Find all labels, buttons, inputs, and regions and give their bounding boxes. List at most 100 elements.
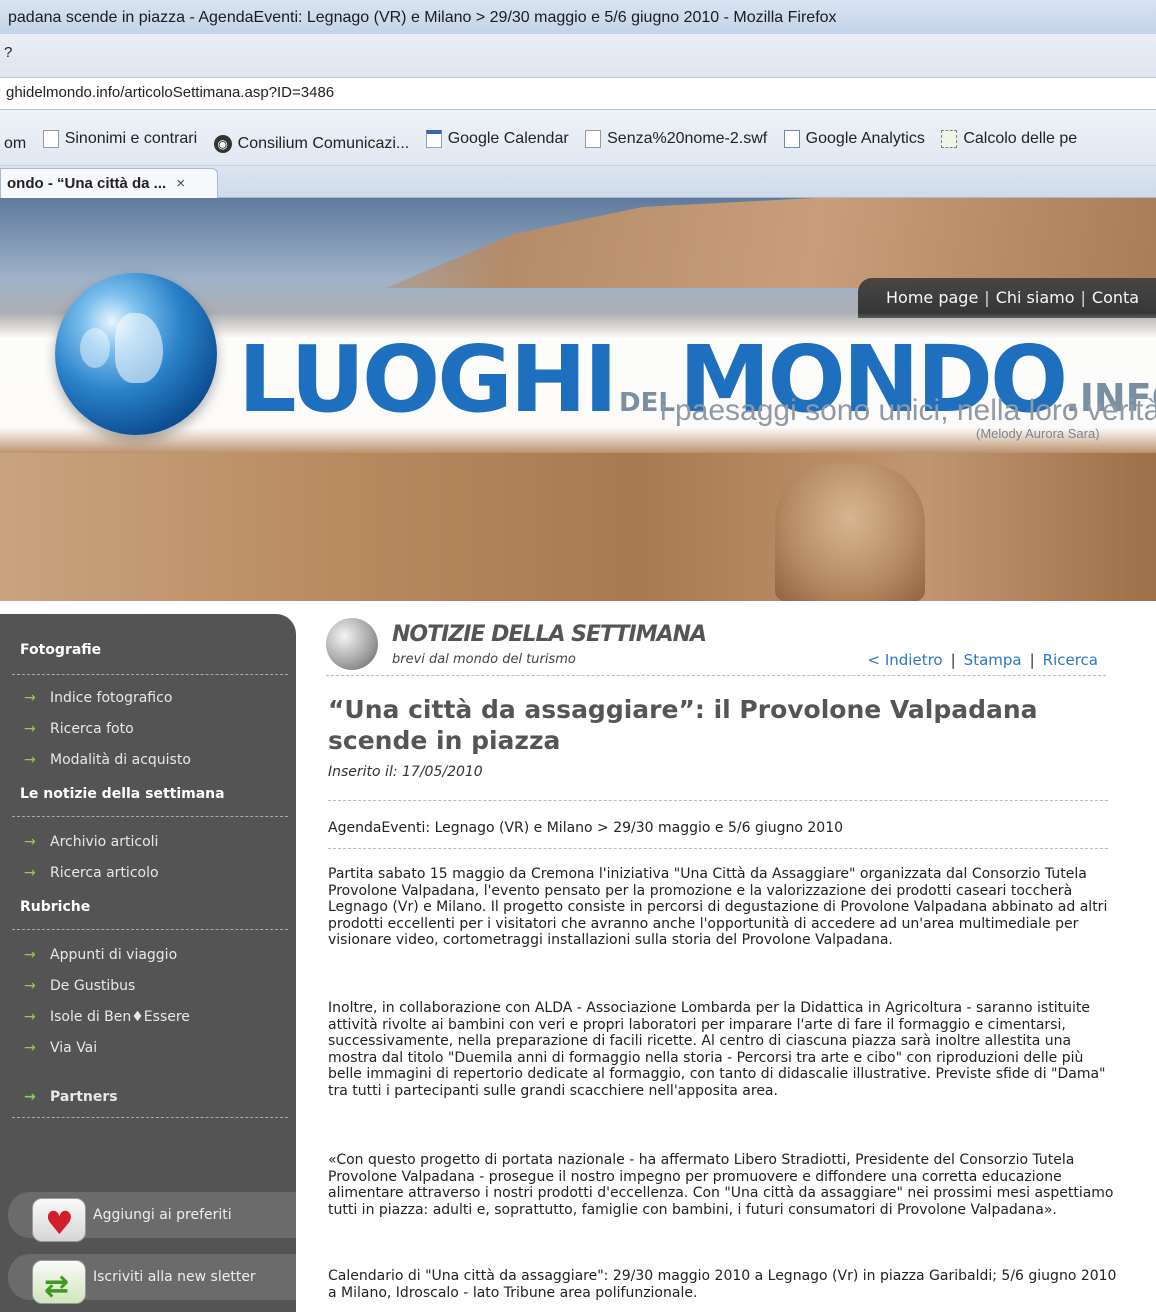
site-tagline: i paesaggi sono unici, nella loro verità <box>660 394 1156 427</box>
temple-facade-image <box>0 453 1156 601</box>
sidebar-item-label: Partners <box>50 1089 118 1105</box>
url-text[interactable]: ghidelmondo.info/articoloSettimana.asp?I… <box>6 84 334 101</box>
bookmark-label: Consilium Comunicazi... <box>237 135 410 152</box>
divider <box>328 800 1108 801</box>
sidebar-item-label: Ricerca foto <box>50 721 134 737</box>
arrow-icon: → <box>24 1040 36 1056</box>
arrow-icon: → <box>24 1089 36 1105</box>
tab-label: ondo - “Una città da ... <box>7 175 167 192</box>
back-link[interactable]: < Indietro <box>868 651 943 669</box>
article-date: Inserito il: 17/05/2010 <box>328 764 483 780</box>
sidebar-item-purchase[interactable]: → Modalità di acquisto <box>0 745 296 776</box>
bookmark-label: Senza%20nome-2.swf <box>607 130 768 147</box>
nav-separator: | <box>1080 288 1086 307</box>
window-title-bar: padana scende in piazza - AgendaEventi: … <box>0 0 1156 34</box>
arrow-icon: → <box>24 947 36 963</box>
search-link[interactable]: Ricerca <box>1043 651 1098 669</box>
article-title: “Una città da assaggiare”: il Provolone … <box>328 695 1038 755</box>
header-banner: Home page | Chi siamo | Conta LUOGHI DELMONDO… <box>0 198 1156 601</box>
bookmark-item[interactable]: om <box>4 135 26 153</box>
statue-image <box>775 463 925 601</box>
globe-icon <box>326 618 378 670</box>
calendar-icon <box>425 130 442 148</box>
sidebar-item-archive[interactable]: → Archivio articoli <box>0 827 296 858</box>
sidebar-section-title: Le notizie della settimana <box>20 786 225 802</box>
newsletter-button[interactable]: Iscriviti alla new sletter <box>8 1254 296 1310</box>
arrow-icon: → <box>24 721 36 737</box>
divider <box>328 848 1108 849</box>
menu-bar: ? <box>0 34 1156 78</box>
bookmark-label: Sinonimi e contrari <box>64 130 198 147</box>
sidebar-item-label: Ricerca articolo <box>50 865 159 881</box>
sidebar-item-article-search[interactable]: → Ricerca articolo <box>0 858 296 889</box>
button-label: Iscriviti alla new sletter <box>93 1269 256 1285</box>
bookmark-label: Google Calendar <box>447 130 569 147</box>
nav-home-link[interactable]: Home page <box>886 288 978 307</box>
sidebar-item-travel-notes[interactable]: → Appunti di viaggio <box>0 940 296 971</box>
sidebar-item-label: Isole di Ben♦Essere <box>50 1009 190 1025</box>
address-bar[interactable]: ghidelmondo.info/articoloSettimana.asp?I… <box>0 78 1156 110</box>
page-icon <box>42 130 59 148</box>
sidebar: Fotografie → Indice fotografico → Ricerca … <box>0 614 296 1312</box>
page-icon <box>585 130 602 148</box>
sidebar-section-title: Rubriche <box>20 899 91 915</box>
divider <box>12 1117 288 1118</box>
sidebar-item-partners[interactable]: → Partners <box>0 1082 296 1113</box>
nav-about-link[interactable]: Chi siamo <box>996 288 1075 307</box>
bookmark-item[interactable]: Senza%20nome-2.swf <box>585 130 767 148</box>
sidebar-item-photo-index[interactable]: → Indice fotografico <box>0 683 296 714</box>
sidebar-item-wellness[interactable]: → Isole di Ben♦Essere <box>0 1002 296 1033</box>
bookmark-item[interactable]: Google Analytics <box>783 130 925 148</box>
bookmark-item[interactable]: Google Calendar <box>425 130 569 148</box>
exchange-arrows-icon <box>32 1260 86 1310</box>
button-label: Aggiungi ai preferiti <box>93 1207 232 1223</box>
sidebar-item-label: Appunti di viaggio <box>50 947 178 963</box>
link-separator: | <box>1029 651 1035 669</box>
link-separator: | <box>950 651 956 669</box>
article-paragraph: Calendario di "Una città da assaggiare":… <box>328 1268 1117 1301</box>
arrow-icon: → <box>24 865 36 881</box>
article-event-line: AgendaEventi: Legnago (VR) e Milano > 29… <box>328 820 844 836</box>
bookmark-label: Calcolo delle pe <box>963 130 1078 147</box>
sidebar-item-via-vai[interactable]: → Via Vai <box>0 1033 296 1064</box>
article-paragraph: «Con questo progetto di portata nazional… <box>328 1152 1114 1218</box>
arrow-icon: → <box>24 978 36 994</box>
tab-bar: ondo - “Una città da ... × <box>0 166 1156 198</box>
arrow-icon: → <box>24 1009 36 1025</box>
sidebar-item-label: Indice fotografico <box>50 690 173 706</box>
tab-article[interactable]: ondo - “Una città da ... × <box>0 168 218 198</box>
sidebar-item-label: Via Vai <box>50 1040 98 1056</box>
arrow-icon: → <box>24 834 36 850</box>
bookmark-item[interactable]: Calcolo delle pe <box>941 130 1077 148</box>
add-favorites-button[interactable]: Aggiungi ai preferiti <box>8 1192 296 1246</box>
sidebar-item-label: Modalità di acquisto <box>50 752 191 768</box>
calculator-icon <box>941 130 958 148</box>
nav-separator: | <box>984 288 990 307</box>
article-paragraph: Partita sabato 15 maggio da Cremona l'in… <box>328 866 1108 949</box>
sidebar-section-title: Fotografie <box>20 642 102 658</box>
bookmark-label: Google Analytics <box>805 130 925 147</box>
bookmark-item[interactable]: Sinonimi e contrari <box>42 130 198 148</box>
news-section-title: NOTIZIE DELLA SETTIMANA <box>392 622 707 647</box>
bookmark-label: om <box>4 135 27 152</box>
bookmarks-toolbar: om Sinonimi e contrari ◉ Consilium Comuni… <box>0 110 1156 166</box>
nav-contact-link[interactable]: Conta <box>1092 288 1139 307</box>
print-link[interactable]: Stampa <box>964 651 1022 669</box>
heart-icon <box>32 1198 86 1246</box>
bookmark-item[interactable]: ◉ Consilium Comunicazi... <box>213 135 410 153</box>
article-actions: < Indietro | Stampa | Ricerca <box>868 651 1098 669</box>
consilium-icon: ◉ <box>213 135 232 153</box>
arrow-icon: → <box>24 690 36 706</box>
top-nav: Home page | Chi siamo | Conta <box>858 278 1156 318</box>
sidebar-item-photo-search[interactable]: → Ricerca foto <box>0 714 296 745</box>
article-paragraph: Inoltre, in collaborazione con ALDA - As… <box>328 1000 1106 1099</box>
tagline-author: (Melody Aurora Sara) <box>976 426 1100 441</box>
window-title: padana scende in piazza - AgendaEventi: … <box>8 9 837 26</box>
sidebar-item-de-gustibus[interactable]: → De Gustibus <box>0 971 296 1002</box>
temple-rock-image <box>385 198 1156 288</box>
news-section-header: NOTIZIE DELLA SETTIMANA brevi dal mondo … <box>326 614 1106 676</box>
menu-fragment[interactable]: ? <box>4 44 12 61</box>
news-section-subtitle: brevi dal mondo del turismo <box>392 652 576 667</box>
arrow-icon: → <box>24 752 36 768</box>
close-tab-icon[interactable]: × <box>176 175 185 192</box>
